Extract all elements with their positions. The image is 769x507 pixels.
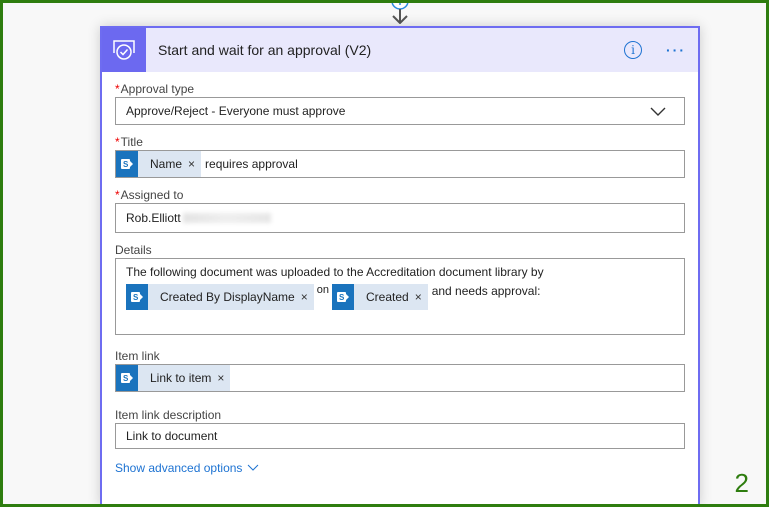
- title-label: *Title: [115, 135, 685, 150]
- label-text: Assigned to: [120, 188, 184, 202]
- details-after: and needs approval:: [431, 284, 541, 298]
- token-label: Created: [365, 290, 409, 304]
- item-link-label: Item link: [115, 349, 160, 363]
- title-text: requires approval: [205, 157, 298, 171]
- approval-icon: [102, 28, 146, 72]
- info-icon[interactable]: i: [624, 41, 642, 59]
- assigned-to-value: Rob.Elliott: [126, 211, 181, 225]
- details-label: Details: [115, 243, 152, 257]
- title-input[interactable]: S Name × requires approval: [115, 150, 685, 178]
- required-marker: *: [115, 135, 120, 149]
- token-name[interactable]: S Name ×: [116, 151, 202, 177]
- sharepoint-icon: S: [116, 151, 138, 177]
- details-between: on: [316, 284, 329, 296]
- token-created-by[interactable]: S Created By DisplayName ×: [126, 284, 314, 310]
- item-link-input[interactable]: S Link to item ×: [115, 364, 685, 392]
- card-header[interactable]: Start and wait for an approval (V2) i ··…: [102, 28, 698, 72]
- remove-token-icon[interactable]: ×: [301, 290, 314, 304]
- token-label: Name: [150, 157, 183, 171]
- show-advanced-options-link[interactable]: Show advanced options: [115, 461, 685, 475]
- label-text: Approval type: [120, 82, 195, 96]
- remove-token-icon[interactable]: ×: [217, 371, 230, 385]
- card-title: Start and wait for an approval (V2): [158, 42, 372, 58]
- token-label: Created By DisplayName: [160, 290, 295, 304]
- chevron-down-icon: [248, 464, 259, 471]
- remove-token-icon[interactable]: ×: [188, 157, 201, 171]
- item-link-description-label: Item link description: [115, 408, 222, 422]
- advanced-label: Show advanced options: [115, 461, 243, 475]
- add-step-connector-icon[interactable]: [389, 0, 411, 24]
- svg-text:S: S: [123, 160, 129, 169]
- item-link-description-value: Link to document: [126, 429, 218, 443]
- step-number: 2: [734, 468, 749, 498]
- item-link-description-input[interactable]: Link to document: [115, 423, 685, 449]
- chevron-down-icon[interactable]: [650, 105, 666, 117]
- sharepoint-icon: S: [126, 284, 148, 310]
- sharepoint-icon: S: [331, 284, 354, 310]
- token-created[interactable]: S Created ×: [331, 284, 428, 310]
- required-marker: *: [115, 82, 120, 96]
- details-input[interactable]: The following document was uploaded to t…: [115, 258, 685, 335]
- details-line1: The following document was uploaded to t…: [126, 265, 544, 279]
- label-text: Title: [120, 135, 143, 149]
- remove-token-icon[interactable]: ×: [415, 290, 428, 304]
- approval-type-value: Approve/Reject - Everyone must approve: [126, 104, 346, 118]
- required-marker: *: [115, 188, 120, 202]
- redacted-email: [182, 213, 271, 223]
- approval-type-label: *Approval type: [115, 82, 685, 97]
- assigned-to-input[interactable]: Rob.Elliott: [115, 203, 685, 233]
- svg-text:S: S: [339, 293, 345, 302]
- more-options-icon[interactable]: ···: [666, 42, 686, 58]
- svg-text:S: S: [123, 374, 129, 383]
- approval-type-select[interactable]: Approve/Reject - Everyone must approve: [115, 97, 685, 125]
- token-link-to-item[interactable]: S Link to item ×: [116, 365, 231, 391]
- assigned-to-label: *Assigned to: [115, 188, 685, 203]
- approval-action-card: Start and wait for an approval (V2) i ··…: [100, 26, 700, 506]
- token-label: Link to item: [150, 371, 212, 385]
- svg-text:S: S: [133, 293, 139, 302]
- sharepoint-icon: S: [116, 365, 138, 391]
